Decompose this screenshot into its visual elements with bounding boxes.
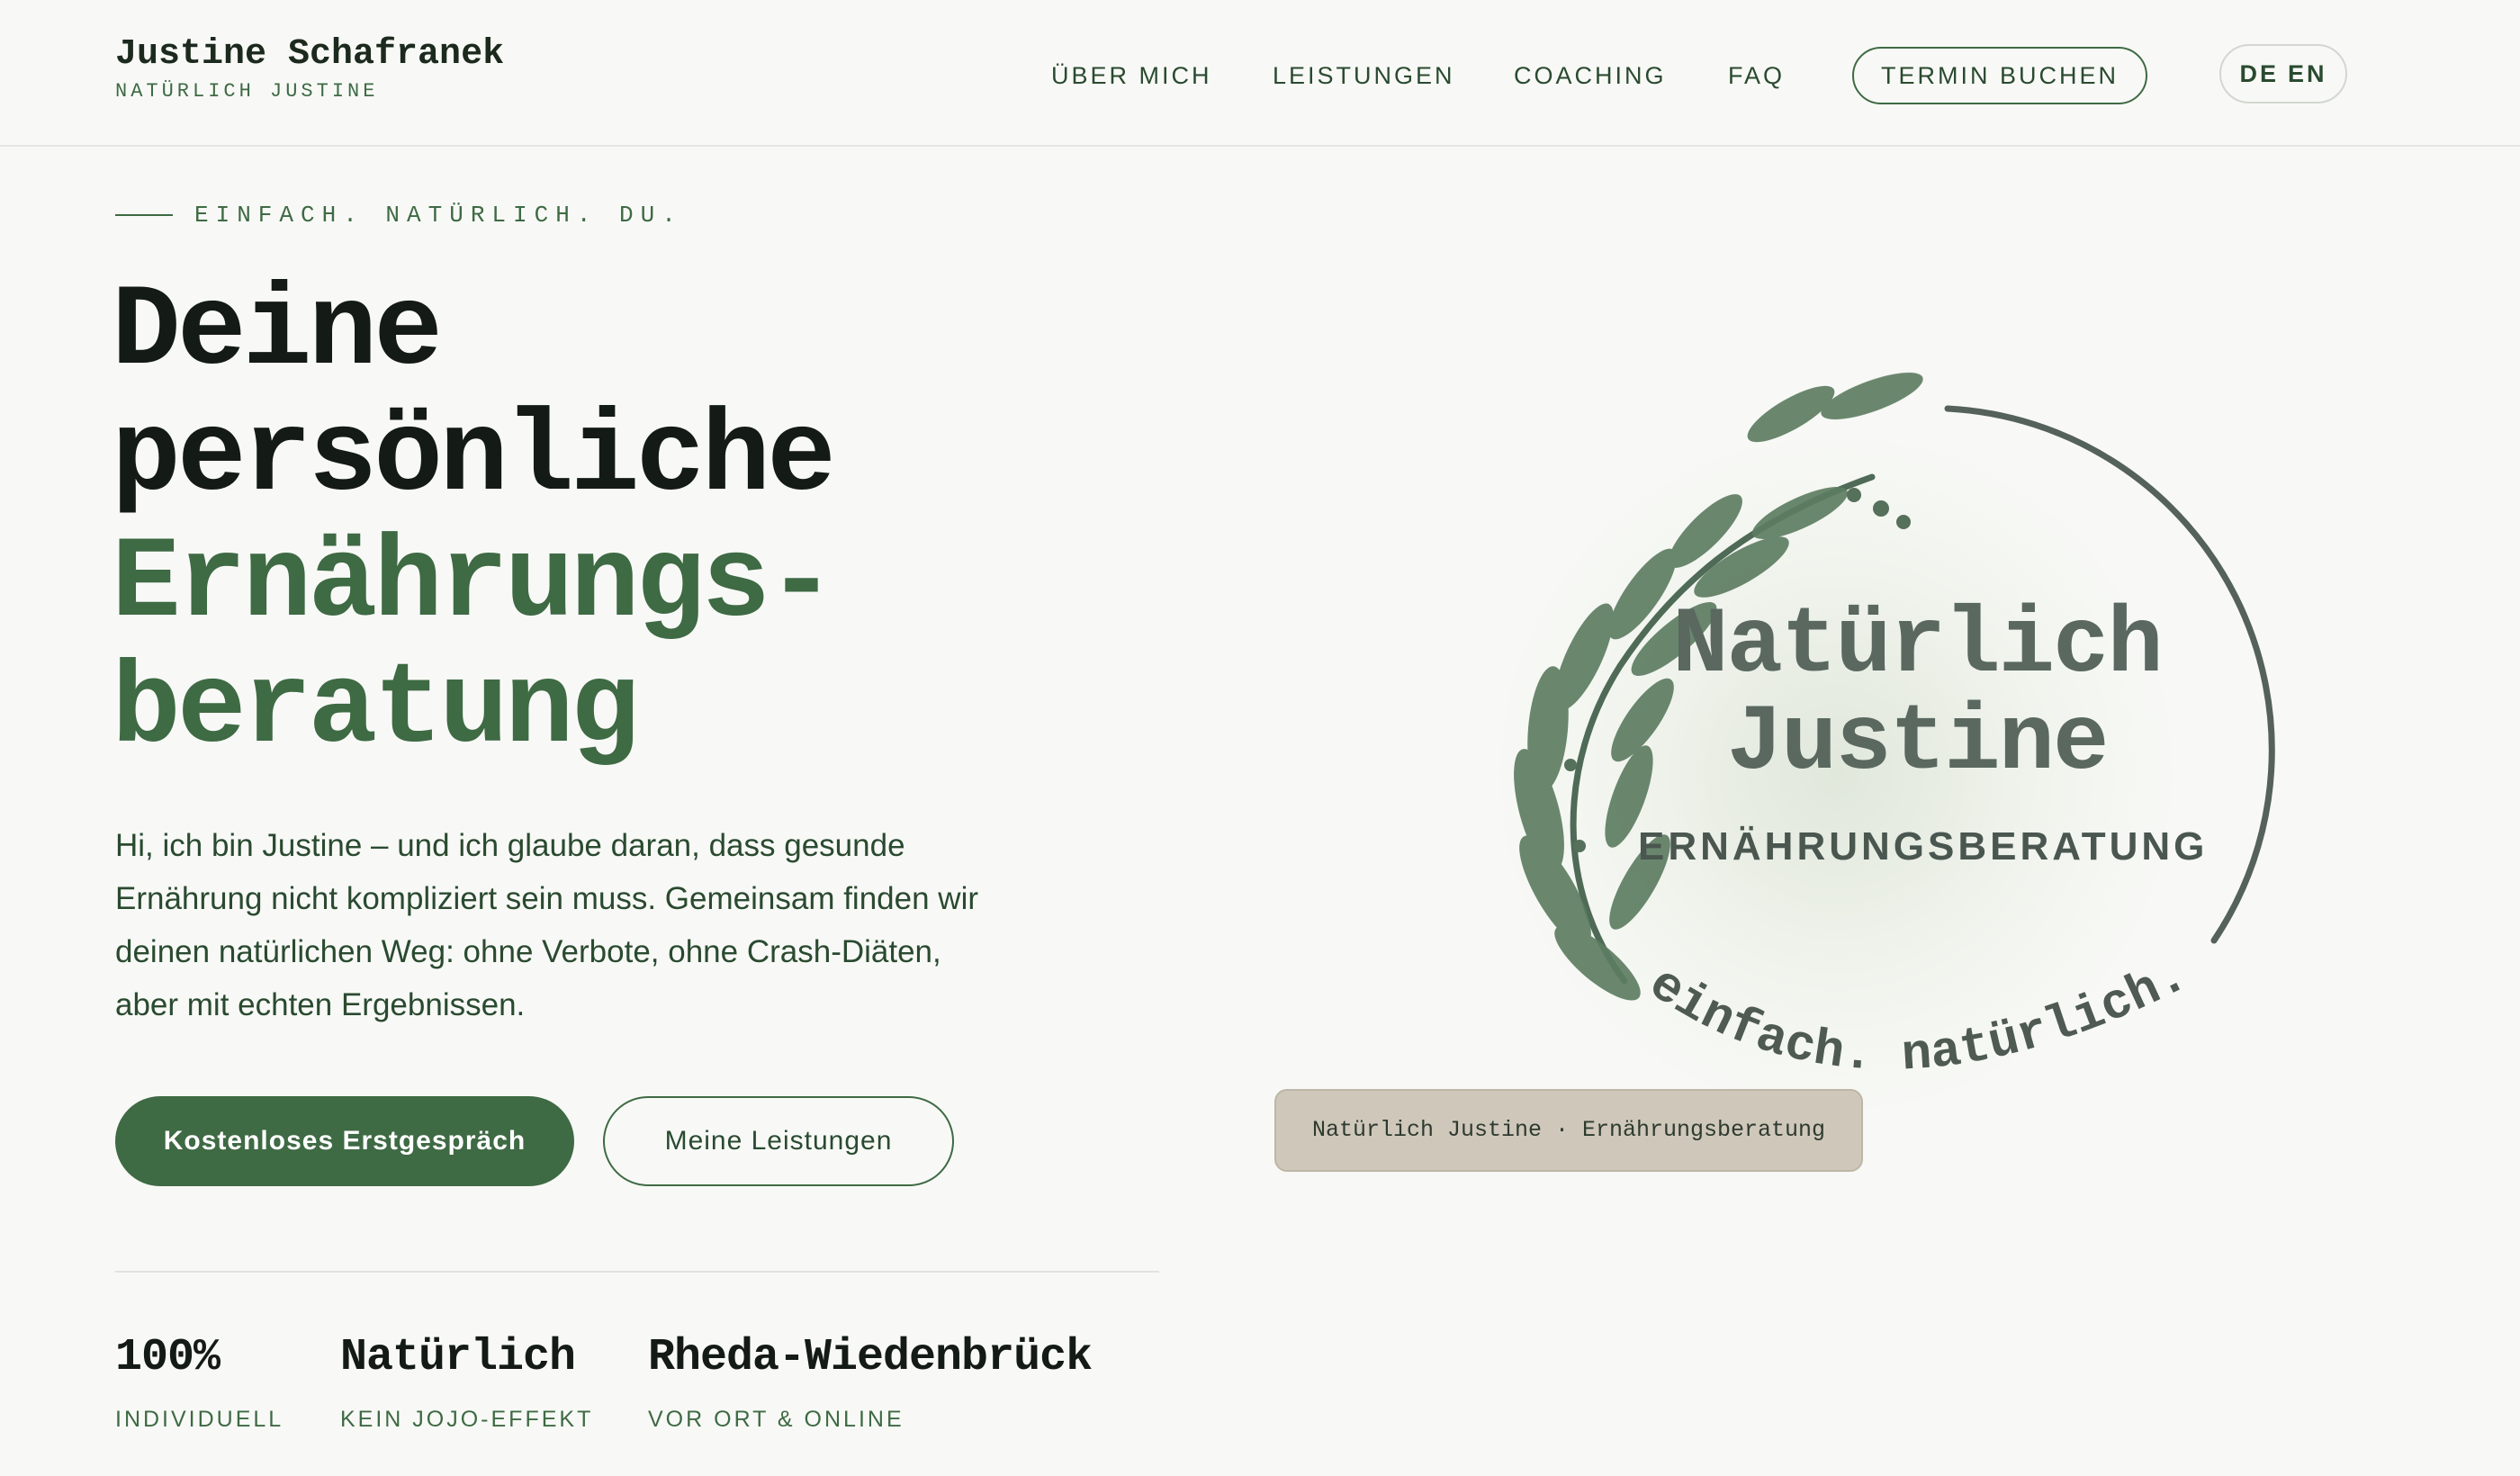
logo-title-line-2: Justine	[1726, 690, 2110, 796]
services-button[interactable]: Meine Leistungen	[603, 1096, 954, 1186]
hero-headline: Deine persönliche Ernährungs- beratung	[112, 270, 1192, 774]
stats-divider	[115, 1271, 1159, 1273]
logo-title-line-1: Natürlich	[1672, 593, 2164, 699]
site-header: Justine Schafranek NATÜRLICH JUSTINE ÜBE…	[0, 0, 2520, 147]
headline-line-2: persönliche	[112, 393, 836, 524]
nav-link-ueber-mich[interactable]: ÜBER MICH	[1051, 47, 1212, 104]
hero-intro-text: Hi, ich bin Justine – und ich glaube dar…	[115, 828, 978, 1022]
headline-line-4: beratung	[112, 645, 640, 776]
language-switcher: DE EN	[2219, 44, 2347, 104]
stat-location: Rheda-Wiedenbrück VOR ORT & ONLINE	[648, 1332, 1093, 1433]
logo-title: Natürlich Justine	[1638, 598, 2196, 792]
lang-de-button[interactable]: DE	[2239, 60, 2279, 87]
brand-subtitle: NATÜRLICH JUSTINE	[115, 80, 379, 103]
stat-value: Rheda-Wiedenbrück	[648, 1332, 1093, 1383]
headline-line-3: Ernährungs-	[112, 519, 836, 650]
hero-eyebrow: EINFACH. NATÜRLICH. DU.	[115, 202, 683, 229]
book-appointment-button[interactable]: TERMIN BUCHEN	[1852, 47, 2147, 104]
logo-subtitle: ERNÄHRUNGSBERATUNG	[1638, 824, 2209, 868]
stat-natural: Natürlich KEIN JOJO-EFFEKT	[340, 1332, 593, 1433]
stat-value: Natürlich	[340, 1332, 576, 1383]
logo-caption-badge: Natürlich Justine · Ernährungsberatung	[1274, 1089, 1863, 1172]
headline-line-1: Deine	[112, 267, 443, 398]
brand-name: Justine Schafranek	[115, 34, 505, 75]
brand-logo[interactable]: Justine Schafranek NATÜRLICH JUSTINE	[115, 34, 504, 103]
stat-value: 100%	[115, 1332, 220, 1383]
lang-en-button[interactable]: EN	[2288, 60, 2327, 87]
free-consultation-button[interactable]: Kostenloses Erstgespräch	[115, 1096, 574, 1186]
stat-label: VOR ORT & ONLINE	[648, 1407, 904, 1432]
nav-link-leistungen[interactable]: LEISTUNGEN	[1273, 47, 1455, 104]
stat-label: KEIN JOJO-EFFEKT	[340, 1407, 594, 1432]
eyebrow-text: EINFACH. NATÜRLICH. DU.	[194, 202, 683, 229]
stat-label: INDIVIDUELL	[115, 1407, 284, 1432]
nav-link-faq[interactable]: FAQ	[1728, 47, 1785, 104]
stat-individual: 100% INDIVIDUELL	[115, 1332, 284, 1433]
nav-link-coaching[interactable]: COACHING	[1514, 47, 1667, 104]
eyebrow-line	[115, 214, 173, 216]
